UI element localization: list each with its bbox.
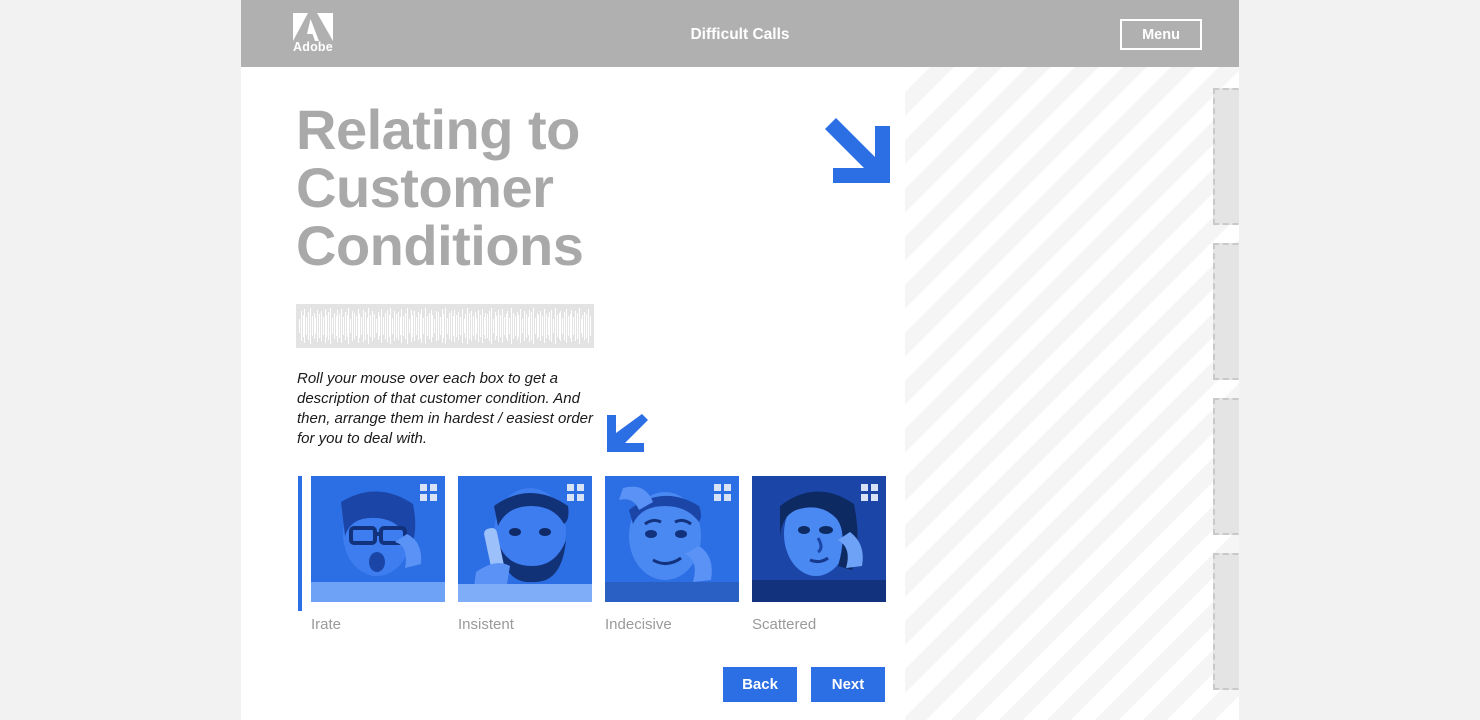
menu-button[interactable]: Menu xyxy=(1120,19,1202,50)
waveform-bar xyxy=(589,316,591,336)
condition-thumbnail[interactable]: Scattered xyxy=(752,476,886,633)
condition-thumbnail-list: Irate Insistent Indecisive Scattered xyxy=(311,476,891,646)
content-panel: Relating to Customer Conditions Roll you… xyxy=(241,67,905,720)
condition-thumbnail[interactable]: Irate xyxy=(311,476,445,633)
man-scratching-head-on-phone[interactable] xyxy=(605,476,739,602)
condition-thumbnail[interactable]: Insistent xyxy=(458,476,592,633)
drag-grip-icon[interactable] xyxy=(420,484,437,501)
page-header-title: Difficult Calls xyxy=(690,26,790,43)
ranking-panel: Hardest Easiest xyxy=(905,67,1239,720)
condition-thumbnail[interactable]: Indecisive xyxy=(605,476,739,633)
bearded-man-on-phone[interactable] xyxy=(458,476,592,602)
condition-label: Indecisive xyxy=(605,616,672,633)
rank-slot-3[interactable] xyxy=(1213,398,1239,535)
next-button[interactable]: Next xyxy=(811,667,885,702)
selection-accent-bar xyxy=(298,476,302,611)
arrow-down-left-icon xyxy=(604,408,648,457)
drag-grip-icon[interactable] xyxy=(567,484,584,501)
rank-slot-4[interactable] xyxy=(1213,553,1239,690)
audio-waveform xyxy=(296,304,594,348)
rank-slot-2[interactable] xyxy=(1213,243,1239,380)
drag-grip-icon[interactable] xyxy=(861,484,878,501)
condition-label: Irate xyxy=(311,616,342,633)
woman-with-glasses-on-phone[interactable] xyxy=(311,476,445,602)
rank-slot-1[interactable] xyxy=(1213,88,1239,225)
condition-label: Scattered xyxy=(752,616,817,633)
app-header: Adobe Difficult Calls Menu xyxy=(241,0,1239,67)
navigation-buttons: Back Next xyxy=(723,667,893,702)
woman-looking-away-on-phone[interactable] xyxy=(752,476,886,602)
arrow-down-right-icon xyxy=(819,112,892,190)
condition-label: Insistent xyxy=(458,616,514,633)
application-frame: Adobe Difficult Calls Menu Relating to C… xyxy=(241,0,1239,720)
drag-grip-icon[interactable] xyxy=(714,484,731,501)
instructions-text: Roll your mouse over each box to get a d… xyxy=(297,370,594,447)
back-button[interactable]: Back xyxy=(723,667,797,702)
page-title: Relating to Customer Conditions xyxy=(296,98,584,277)
